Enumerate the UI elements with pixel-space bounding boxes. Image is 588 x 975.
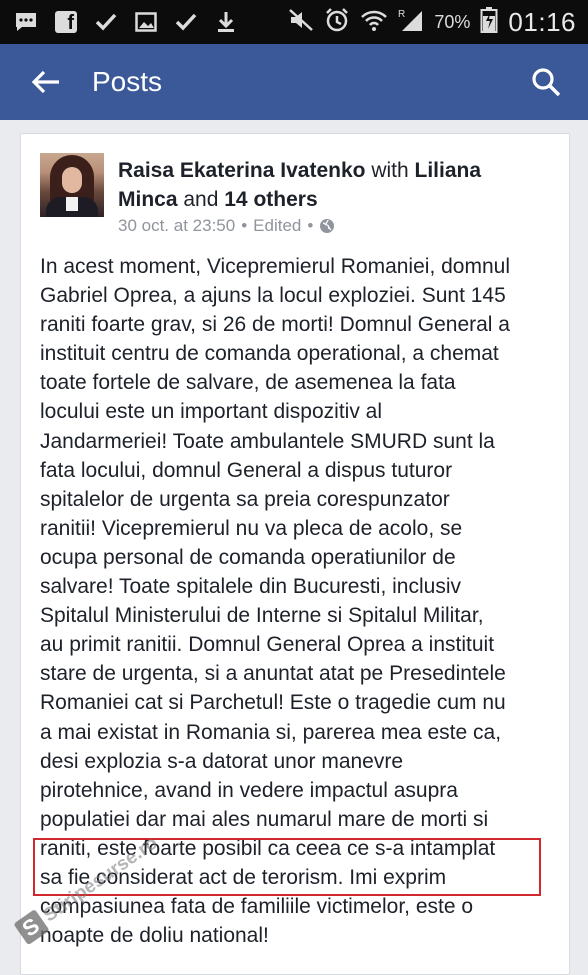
image-icon	[134, 10, 158, 34]
post-text-line: toate fortele de salvare, de asemenea la…	[40, 371, 456, 395]
check-icon	[94, 10, 118, 34]
svg-text:R: R	[398, 9, 405, 20]
back-button[interactable]	[26, 64, 66, 100]
battery-percent: 70%	[434, 11, 471, 32]
post-text-line: spitalelor de urgenta sa preia corespunz…	[40, 487, 450, 511]
tagged-user-link-last[interactable]: Minca	[118, 188, 178, 211]
facebook-icon: f	[54, 10, 78, 34]
mute-icon	[288, 8, 314, 37]
battery-charging-icon	[480, 6, 498, 39]
tagged-user-link-first[interactable]: Liliana	[415, 159, 482, 182]
post-text-line: In acest moment, Vicepremierul Romaniei,…	[40, 255, 510, 278]
status-bar: f R 70% 01:16	[0, 0, 588, 44]
edited-label[interactable]: Edited	[253, 216, 301, 236]
others-link[interactable]: 14 others	[224, 188, 317, 211]
download-icon	[214, 10, 238, 34]
alarm-icon	[324, 7, 350, 38]
signal-icon: R	[398, 7, 424, 38]
post-text-line: Romaniei cat si Parchetul! Este o traged…	[40, 691, 506, 715]
post-text-line: locului este un important dispozitiv al	[40, 400, 383, 424]
post-text-line: Spitalul Ministerului de Interne si Spit…	[40, 604, 484, 628]
post-meta: 30 oct. at 23:50 • Edited •	[118, 216, 335, 236]
with-word: with	[371, 159, 409, 182]
post-text-line: a mai existat in Romania si, parerea mea…	[40, 720, 502, 744]
clock: 01:16	[508, 6, 576, 37]
post-text-line: stare de urgenta, si a anuntat atat pe P…	[40, 662, 506, 686]
page-title: Posts	[92, 66, 163, 97]
post-text-line: instituit centru de comanda operational,…	[40, 342, 499, 366]
post-text-line: salvare! Toate spitalele din Bucuresti, …	[40, 575, 461, 599]
post-text-line: desi explozia s-a datorat unor manevre	[40, 749, 404, 773]
post-text-line: populatiei dar mai ales numarul mare de …	[40, 807, 489, 831]
search-icon	[532, 68, 561, 97]
status-bar-notifications: f	[14, 6, 238, 38]
post-text-line: pirotehnice, avand in vedere impactul as…	[40, 778, 458, 802]
post-text-line: Gabriel Oprea, a ajuns la locul explozie…	[40, 284, 506, 308]
author-link[interactable]: Raisa Ekaterina Ivatenko	[118, 159, 365, 182]
search-button[interactable]	[526, 62, 566, 102]
chat-icon	[14, 10, 38, 34]
meta-separator: •	[307, 216, 314, 235]
and-word: and	[183, 188, 219, 211]
wifi-icon	[360, 8, 388, 37]
status-bar-system: R 70% 01:16	[288, 6, 576, 38]
post-text-line: noapte de doliu national!	[40, 924, 269, 948]
post-text-line: fata locului, domnul General a dispus tu…	[40, 458, 453, 482]
post-timestamp[interactable]: 30 oct. at 23:50	[118, 216, 235, 236]
highlight-box	[33, 838, 541, 896]
globe-icon	[319, 218, 335, 234]
meta-separator: •	[241, 216, 248, 235]
post-text-line: compasiunea fata de familiile victimelor…	[40, 895, 474, 919]
post-text-line: raniti foarte grav, si 26 de morti! Domn…	[40, 313, 510, 337]
back-arrow-icon	[31, 70, 59, 94]
post-text-line: Jandarmeriei! Toate ambulantele SMURD su…	[40, 429, 495, 453]
post-text-line: au primit ranitii. Domnul General Oprea …	[40, 633, 495, 657]
check-icon	[174, 10, 198, 34]
post-text-line: ranitii! Vicepremierul nu va pleca de ac…	[40, 516, 463, 540]
post-text-line: ocupa personal de comanda operatiunilor …	[40, 545, 456, 569]
app-bar: Posts	[0, 44, 588, 120]
post-header: Raisa Ekaterina Ivatenko with Liliana Mi…	[118, 156, 538, 214]
avatar[interactable]	[40, 153, 104, 217]
